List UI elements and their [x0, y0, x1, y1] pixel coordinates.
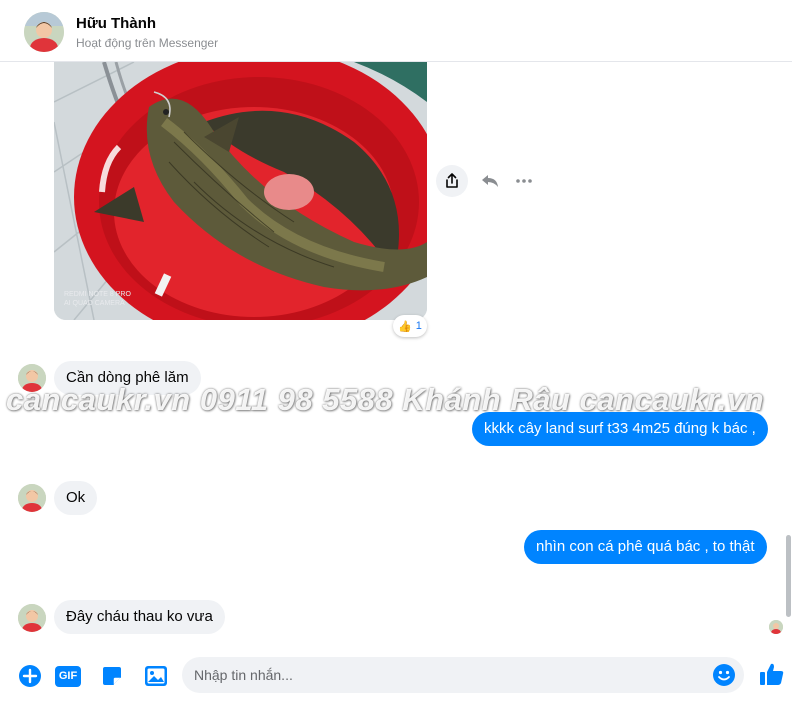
reply-icon[interactable] [478, 168, 502, 194]
camera-type-label: AI QUAD CAMERA [64, 300, 125, 307]
gif-icon[interactable]: GIF [54, 662, 82, 690]
thumbs-up-reaction-icon: 👍 [398, 320, 412, 333]
emoji-icon[interactable] [712, 663, 736, 687]
message-input-container [182, 657, 744, 693]
seen-indicator-avatar [769, 620, 783, 634]
message-bubble-outgoing[interactable]: kkkk cây land surf t33 4m25 đúng k bác , [472, 412, 768, 446]
contact-status: Hoạt động trên Messenger [76, 36, 219, 50]
more-icon[interactable] [512, 168, 536, 194]
contact-name[interactable]: Hữu Thành [76, 15, 156, 32]
plus-circle-icon[interactable] [16, 662, 44, 690]
message-bubble-incoming[interactable]: Ok [54, 481, 98, 515]
message-bubble-outgoing[interactable]: nhìn con cá phê quá bác , to thật [524, 530, 767, 564]
reaction-count: 1 [415, 320, 422, 332]
composer-bar: GIF [0, 651, 792, 703]
sticker-icon[interactable] [98, 662, 126, 690]
conversation-header: Hữu Thành Hoạt động trên Messenger [0, 0, 792, 62]
camera-model-label: REDMI NOTE 8 PRO [64, 291, 131, 298]
message-input[interactable] [194, 657, 704, 693]
gif-label: GIF [55, 665, 81, 687]
image-icon[interactable] [142, 662, 170, 690]
contact-avatar-small[interactable] [18, 604, 46, 632]
share-icon[interactable] [436, 165, 468, 197]
thumbs-up-icon[interactable] [758, 660, 786, 688]
reaction-badge[interactable]: 👍 1 [393, 315, 427, 337]
contact-avatar-small[interactable] [18, 484, 46, 512]
message-bubble-incoming[interactable]: Đây cháu thau ko vưa [54, 600, 225, 634]
photo-message[interactable]: REDMI NOTE 8 PRO AI QUAD CAMERA [54, 62, 427, 320]
scrollbar-thumb[interactable] [786, 535, 791, 617]
photo-caption: REDMI NOTE 8 PRO AI QUAD CAMERA [64, 290, 131, 308]
contact-avatar[interactable] [24, 12, 64, 52]
